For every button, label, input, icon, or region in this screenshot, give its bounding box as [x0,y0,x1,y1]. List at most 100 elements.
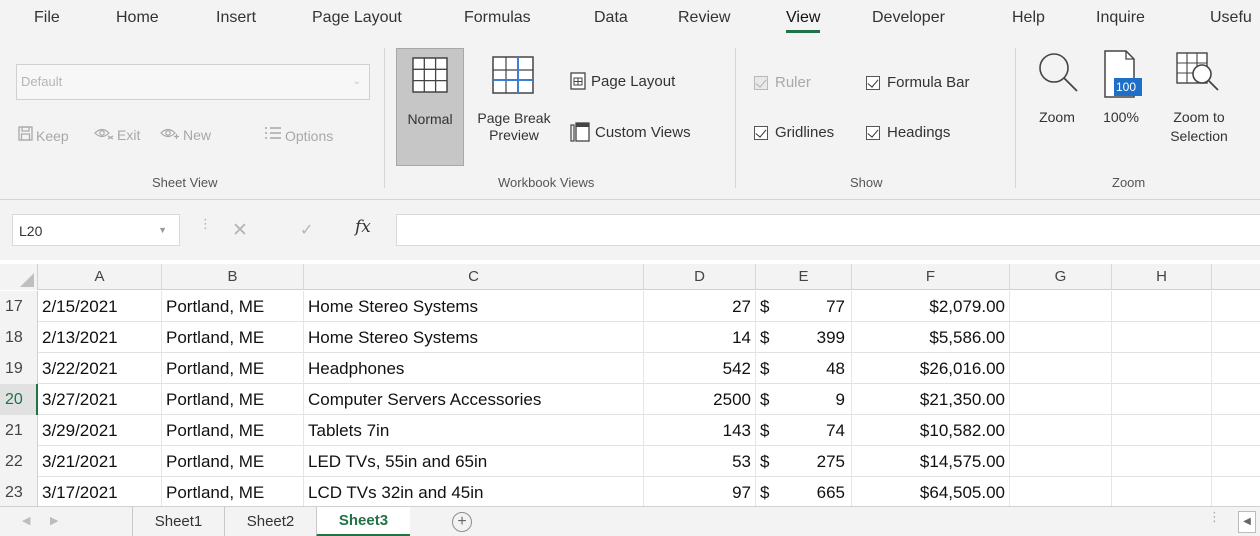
tab-data[interactable]: Data [594,9,628,27]
row-header[interactable]: 19 [0,353,38,384]
cell-price[interactable]: $399 [756,322,852,353]
tab-useful[interactable]: Usefu [1210,9,1252,27]
cell-quantity[interactable]: 2500 [644,384,756,415]
cell-empty[interactable] [1010,353,1112,384]
cell-empty[interactable] [1010,322,1112,353]
column-header-b[interactable]: B [162,264,304,290]
options-button[interactable]: Options [264,126,333,145]
cell-empty[interactable] [1112,477,1212,508]
cell-product[interactable]: Home Stereo Systems [304,322,644,353]
cell-total[interactable]: $26,016.00 [852,353,1010,384]
cell-product[interactable]: Computer Servers Accessories [304,384,644,415]
cell-empty[interactable] [1010,384,1112,415]
cell-price[interactable]: $665 [756,477,852,508]
cancel-icon[interactable]: ✕ [232,219,248,242]
cell-total[interactable]: $10,582.00 [852,415,1010,446]
cell-empty[interactable] [1010,477,1112,508]
tab-help[interactable]: Help [1012,9,1045,27]
tab-inquire[interactable]: Inquire [1096,9,1145,27]
column-header-a[interactable]: A [38,264,162,290]
cell-quantity[interactable]: 143 [644,415,756,446]
formula-input[interactable] [396,214,1260,246]
cell-price[interactable]: $275 [756,446,852,477]
cell-quantity[interactable]: 97 [644,477,756,508]
cell-total[interactable]: $14,575.00 [852,446,1010,477]
cell-total[interactable]: $64,505.00 [852,477,1010,508]
cell-quantity[interactable]: 542 [644,353,756,384]
column-header-e[interactable]: E [756,264,852,290]
ruler-checkbox[interactable]: Ruler [754,74,811,91]
exit-button[interactable]: Exit [94,126,140,144]
row-header[interactable]: 17 [0,291,38,322]
cell-date[interactable]: 2/13/2021 [38,322,162,353]
cell-quantity[interactable]: 14 [644,322,756,353]
scroll-left-icon[interactable]: ◀ [22,514,30,527]
formula-bar-checkbox[interactable]: Formula Bar [866,74,970,91]
cell-empty[interactable] [1112,415,1212,446]
tab-review[interactable]: Review [678,9,730,27]
gridlines-checkbox[interactable]: Gridlines [754,124,834,141]
cell-empty[interactable] [1010,291,1112,322]
cell-city[interactable]: Portland, ME [162,291,304,322]
vertical-dots-icon[interactable]: ⋮ [199,217,212,230]
cell-city[interactable]: Portland, ME [162,353,304,384]
sheet-tab-sheet1[interactable]: Sheet1 [132,507,224,536]
add-sheet-button[interactable]: + [452,512,472,532]
cell-empty[interactable] [1112,446,1212,477]
row-header-selected[interactable]: 20 [0,384,38,415]
column-header-d[interactable]: D [644,264,756,290]
sheet-tab-sheet3[interactable]: Sheet3 [316,507,410,536]
page-layout-view-button[interactable]: Page Layout [570,72,675,90]
row-header[interactable]: 23 [0,477,38,508]
row-header[interactable]: 21 [0,415,38,446]
vertical-dots-icon[interactable]: ⋮ [1208,510,1221,523]
cell-empty[interactable] [1010,446,1112,477]
cell-city[interactable]: Portland, ME [162,384,304,415]
column-header-g[interactable]: G [1010,264,1112,290]
cell-date[interactable]: 3/17/2021 [38,477,162,508]
normal-view-button[interactable]: Normal [396,48,464,166]
cell-city[interactable]: Portland, ME [162,322,304,353]
keep-button[interactable]: Keep [18,126,69,145]
cell-total[interactable]: $2,079.00 [852,291,1010,322]
cell-product[interactable]: Home Stereo Systems [304,291,644,322]
cell-city[interactable]: Portland, ME [162,446,304,477]
row-header[interactable]: 22 [0,446,38,477]
cell-date[interactable]: 3/21/2021 [38,446,162,477]
tab-formulas[interactable]: Formulas [464,9,531,27]
cell-empty[interactable] [1112,384,1212,415]
horizontal-scroll-left-button[interactable]: ◀ [1238,511,1256,533]
cell-empty[interactable] [1112,353,1212,384]
select-all-corner[interactable] [0,264,38,290]
cell-product[interactable]: Tablets 7in [304,415,644,446]
column-header-f[interactable]: F [852,264,1010,290]
cell-quantity[interactable]: 27 [644,291,756,322]
cell-price[interactable]: $74 [756,415,852,446]
cell-total[interactable]: $21,350.00 [852,384,1010,415]
tab-developer[interactable]: Developer [872,9,945,27]
cell-date[interactable]: 3/22/2021 [38,353,162,384]
new-view-button[interactable]: New [160,126,211,144]
tab-view[interactable]: View [786,9,821,33]
cell-city[interactable]: Portland, ME [162,415,304,446]
cell-date[interactable]: 3/27/2021 [38,384,162,415]
cell-product[interactable]: Headphones [304,353,644,384]
custom-views-button[interactable]: Custom Views [570,122,691,142]
headings-checkbox[interactable]: Headings [866,124,950,141]
column-header-h[interactable]: H [1112,264,1212,290]
cell-price[interactable]: $48 [756,353,852,384]
cell-price[interactable]: $77 [756,291,852,322]
cell-date[interactable]: 3/29/2021 [38,415,162,446]
cell-empty[interactable] [1010,415,1112,446]
cell-empty[interactable] [1112,291,1212,322]
cell-empty[interactable] [1112,322,1212,353]
sheet-view-dropdown[interactable]: Default ⌄ [16,64,370,100]
cell-price[interactable]: $9 [756,384,852,415]
enter-check-icon[interactable]: ✓ [300,220,313,240]
insert-function-icon[interactable]: fx [355,217,371,237]
name-box[interactable]: L20 ▼ [12,214,180,246]
sheet-tab-sheet2[interactable]: Sheet2 [224,507,316,536]
cell-city[interactable]: Portland, ME [162,477,304,508]
scroll-right-icon[interactable]: ▶ [50,514,58,527]
tab-insert[interactable]: Insert [216,9,256,27]
